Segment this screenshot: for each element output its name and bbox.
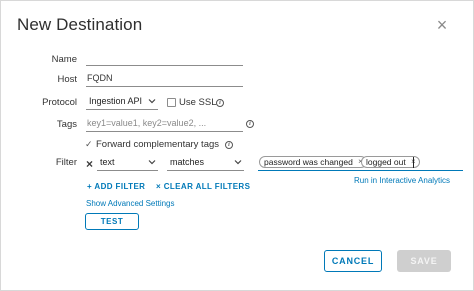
filter-field-value: text <box>100 157 115 167</box>
filter-chip-label: password was changed <box>264 157 353 167</box>
filter-value-input[interactable]: password was changed × logged out × <box>258 155 463 171</box>
info-icon[interactable]: i <box>246 120 254 128</box>
forward-tags-label: Forward complementary tags <box>96 139 220 150</box>
protocol-select[interactable]: Ingestion API <box>86 94 158 110</box>
remove-filter-icon[interactable]: × <box>86 158 93 170</box>
name-input[interactable] <box>86 50 243 66</box>
dialog-title: New Destination <box>17 15 143 34</box>
save-button: SAVE <box>397 250 451 272</box>
host-input[interactable]: FQDN <box>86 71 243 87</box>
info-icon[interactable]: i <box>216 99 224 107</box>
filter-chip-label: logged out <box>366 157 406 167</box>
filter-operator-select[interactable]: matches <box>167 155 244 171</box>
clear-all-filters-button[interactable]: × CLEAR ALL FILTERS <box>156 182 250 191</box>
filter-chip: logged out × <box>361 156 420 168</box>
info-icon[interactable]: i <box>225 141 233 149</box>
use-ssl-label: Use SSL <box>179 97 217 108</box>
checkmark-icon[interactable]: ✓ <box>85 139 93 150</box>
chevron-down-icon <box>148 99 156 104</box>
new-destination-dialog: New Destination × Name Host FQDN Protoco… <box>0 0 474 291</box>
tags-input[interactable]: key1=value1, key2=value2, ... <box>86 116 243 132</box>
name-label: Name <box>51 54 77 65</box>
test-button[interactable]: TEST <box>85 213 139 230</box>
filter-field-select[interactable]: text <box>97 155 158 171</box>
run-interactive-analytics-link[interactable]: Run in Interactive Analytics <box>354 176 450 185</box>
filter-operator-value: matches <box>170 157 205 167</box>
tags-label: Tags <box>56 119 77 130</box>
close-icon[interactable]: × <box>431 14 453 36</box>
protocol-label: Protocol <box>42 97 77 108</box>
cancel-button[interactable]: CANCEL <box>324 250 382 272</box>
host-label: Host <box>57 74 77 85</box>
add-filter-button[interactable]: + ADD FILTER <box>87 182 145 191</box>
filter-label: Filter <box>55 157 77 168</box>
show-advanced-settings-link[interactable]: Show Advanced Settings <box>86 199 175 208</box>
chevron-down-icon <box>234 160 242 165</box>
chevron-down-icon <box>148 160 156 165</box>
protocol-select-value: Ingestion API <box>89 96 143 106</box>
filter-chip: password was changed × <box>259 156 367 168</box>
text-caret <box>413 157 414 168</box>
use-ssl-checkbox[interactable] <box>167 98 176 107</box>
